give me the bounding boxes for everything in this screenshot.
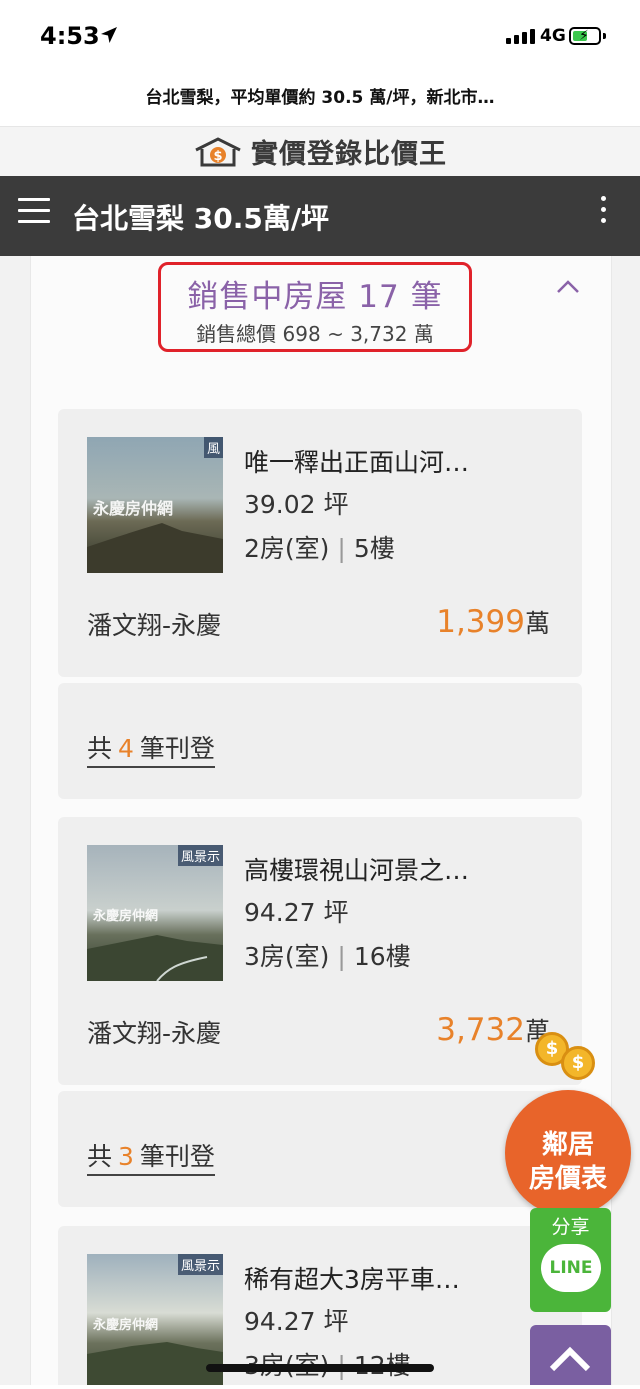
listing-count-link[interactable]: 共 3 筆刊登 <box>87 1137 215 1176</box>
listing-card[interactable]: 風景示 永慶房仲網 高樓環視山河景之… 94.27 坪 3房(室) | 16樓 潘文… <box>58 817 582 1085</box>
back-to-top-button[interactable] <box>530 1325 611 1385</box>
listing-count-row: 共 4 筆刊登 <box>58 683 582 799</box>
price-range-text: 銷售總價 698 ~ 3,732 萬 <box>196 322 434 346</box>
listing-title: 稀有超大3房平車… <box>244 1265 460 1294</box>
status-bar: 4:53 4G ⚡ <box>0 0 640 78</box>
watermark: 永慶房仲網 <box>93 909 159 924</box>
network-type: 4G <box>540 26 566 46</box>
home-indicator[interactable] <box>206 1364 434 1372</box>
battery-tip <box>603 33 606 39</box>
watermark: 永慶房仲網 <box>93 1318 159 1333</box>
price-unit: 萬 <box>524 609 550 638</box>
line-icon: LINE <box>541 1244 601 1292</box>
scene-tag: 風景示 <box>177 1254 223 1275</box>
divider: | <box>337 942 346 971</box>
listing-title: 高樓環視山河景之… <box>244 856 470 885</box>
listing-card[interactable]: 風 永慶房仲網 唯一釋出正面山河… 39.02 坪 2房(室) | 5樓 潘文翔-永… <box>58 409 582 677</box>
listing-rooms-floor: 3房(室) | 16樓 <box>244 937 411 973</box>
listing-rooms-floor: 2房(室) | 5樓 <box>244 529 395 565</box>
brand-name: 實價登錄比價王 <box>251 139 447 170</box>
brand-header[interactable]: $ 實價登錄比價王 <box>0 127 640 176</box>
listing-title: 唯一釋出正面山河… <box>244 448 470 477</box>
top-navigation-bar: 台北雪梨 30.5萬/坪 <box>0 176 640 256</box>
listing-photo: 風景示 永慶房仲網 <box>87 1254 223 1385</box>
coin-icon: $ <box>561 1046 595 1080</box>
listing-agent: 潘文翔-永慶 <box>87 1019 222 1048</box>
listing-floor: 16樓 <box>353 942 411 971</box>
listing-area: 94.27 坪 <box>244 1307 349 1336</box>
listing-count-row: 共 3 筆刊登 <box>58 1091 582 1207</box>
scene-tag: 風景示 <box>177 845 223 866</box>
listing-price: 3,732萬 <box>436 1012 550 1048</box>
watermark: 永慶房仲網 <box>93 499 174 518</box>
logo-dollar-sign: $ <box>213 149 222 164</box>
listing-floor: 5樓 <box>353 534 395 563</box>
price-value: 3,732 <box>436 1012 525 1048</box>
listing-card[interactable]: 風景示 永慶房仲網 稀有超大3房平車… 94.27 坪 3房(室)|12樓 <box>58 1226 582 1385</box>
listing-photo: 風 永慶房仲網 <box>87 437 223 573</box>
for-sale-summary[interactable]: 銷售中房屋 17 筆 銷售總價 698 ~ 3,732 萬 <box>158 262 472 352</box>
listing-rooms: 2房(室) <box>244 534 330 563</box>
page-title: 台北雪梨 30.5萬/坪 <box>72 202 330 235</box>
listing-rooms: 3房(室) <box>244 942 330 971</box>
share-line-button[interactable]: 分享 LINE <box>530 1208 611 1312</box>
price-value: 1,399 <box>436 604 525 640</box>
listing-photo: 風景示 永慶房仲網 <box>87 845 223 981</box>
neighbor-price-table-button[interactable]: $ $ 鄰居 房價表 <box>505 1032 631 1216</box>
menu-icon[interactable] <box>18 198 50 226</box>
chevron-up-icon <box>549 1346 591 1372</box>
listing-agent: 潘文翔-永慶 <box>87 611 222 640</box>
location-arrow-icon <box>101 27 117 43</box>
battery-icon: ⚡ <box>569 27 601 45</box>
listing-area: 39.02 坪 <box>244 490 349 519</box>
listing-area: 94.27 坪 <box>244 898 349 927</box>
for-sale-count-title: 銷售中房屋 17 筆 <box>187 279 443 315</box>
cellular-signal-icon <box>506 29 535 44</box>
listing-count-link[interactable]: 共 4 筆刊登 <box>87 729 215 768</box>
neighbor-button-label: 鄰居 房價表 <box>528 1130 607 1194</box>
more-options-icon[interactable] <box>596 196 610 232</box>
chevron-up-icon[interactable] <box>555 276 581 296</box>
listing-price: 1,399萬 <box>436 604 550 640</box>
share-label: 分享 <box>551 1216 590 1238</box>
scene-tag: 風 <box>203 437 223 458</box>
browser-title-bar[interactable]: 台北雪梨，平均單價約 30.5 萬/坪，新北市… <box>0 78 640 127</box>
divider: | <box>337 534 346 563</box>
status-time: 4:53 <box>40 22 100 50</box>
browser-page-title: 台北雪梨，平均單價約 30.5 萬/坪，新北市… <box>145 88 495 108</box>
house-dollar-logo-icon: $ <box>195 136 241 166</box>
